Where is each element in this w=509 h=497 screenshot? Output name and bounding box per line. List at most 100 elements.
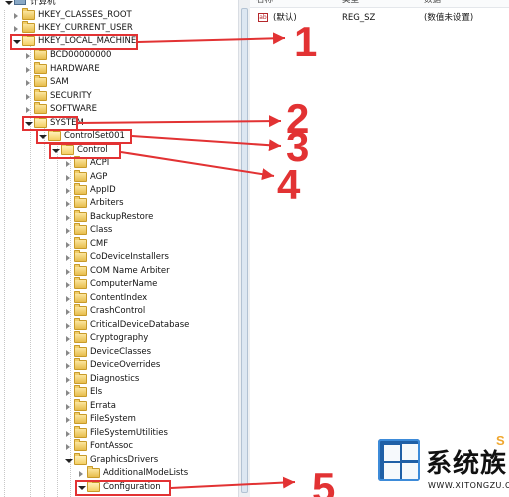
- expand-arrow-icon[interactable]: [5, 1, 13, 5]
- tree-node-software[interactable]: SOFTWARE: [26, 102, 136, 116]
- tree-node-bcd00000000[interactable]: BCD00000000: [26, 48, 136, 62]
- tree-node-graphicsdrivers[interactable]: GraphicsDrivers: [65, 453, 186, 467]
- tree-vertical-scrollbar[interactable]: [238, 0, 250, 497]
- collapse-arrow-icon[interactable]: [14, 26, 18, 32]
- header-name[interactable]: 名称: [256, 0, 273, 4]
- collapse-arrow-icon[interactable]: [66, 336, 70, 342]
- registry-tree-pane: 计算机 HKEY_CLASSES_ROOT HKEY_CURRENT_USER …: [0, 0, 238, 497]
- tree-node-additionalmodelists[interactable]: AdditionalModeLists: [79, 466, 209, 480]
- collapse-arrow-icon[interactable]: [66, 309, 70, 315]
- tree-node-els[interactable]: Els: [66, 385, 146, 399]
- tree-node-label: AGP: [90, 172, 108, 182]
- collapse-arrow-icon[interactable]: [66, 282, 70, 288]
- expand-arrow-icon[interactable]: [65, 459, 73, 463]
- collapse-arrow-icon[interactable]: [66, 255, 70, 261]
- collapse-arrow-icon[interactable]: [66, 201, 70, 207]
- tree-node-arbiters[interactable]: Arbiters: [66, 196, 166, 210]
- folder-icon: [34, 48, 47, 60]
- folder-icon: [22, 21, 35, 33]
- tree-node-filesystem[interactable]: FileSystem: [66, 412, 166, 426]
- tree-node-appid[interactable]: AppID: [66, 183, 166, 197]
- collapse-arrow-icon[interactable]: [66, 404, 70, 410]
- tree-node-label: GraphicsDrivers: [90, 455, 159, 465]
- tree-node-agp[interactable]: AGP: [66, 170, 166, 184]
- tree-node-label: CoDeviceInstallers: [90, 252, 169, 262]
- tree-node-label: Cryptography: [90, 333, 149, 343]
- collapse-arrow-icon[interactable]: [66, 377, 70, 383]
- collapse-arrow-icon[interactable]: [26, 80, 30, 86]
- folder-icon: [22, 8, 35, 20]
- collapse-arrow-icon[interactable]: [66, 390, 70, 396]
- collapse-arrow-icon[interactable]: [66, 431, 70, 437]
- header-data[interactable]: 数据: [424, 0, 441, 4]
- watermark-url: WWW.XITONGZU.COM: [428, 481, 509, 490]
- collapse-arrow-icon[interactable]: [66, 161, 70, 167]
- value-row-default[interactable]: ab (默认) REG_SZ (数值未设置): [250, 11, 509, 25]
- tree-node-diagnostics[interactable]: Diagnostics: [66, 372, 186, 386]
- callout-number-1: 1: [294, 18, 318, 65]
- tree-node-label: AppID: [90, 185, 116, 195]
- header-type[interactable]: 类型: [342, 0, 359, 4]
- tree-node-deviceoverrides[interactable]: DeviceOverrides: [66, 358, 186, 372]
- collapse-arrow-icon[interactable]: [14, 13, 18, 19]
- tree-node-label: COM Name Arbiter: [90, 266, 170, 276]
- tree-node-label: SECURITY: [50, 91, 92, 101]
- collapse-arrow-icon[interactable]: [66, 444, 70, 450]
- collapse-arrow-icon[interactable]: [66, 242, 70, 248]
- tree-node-security[interactable]: SECURITY: [26, 89, 136, 103]
- tree-node-filesystemutilities[interactable]: FileSystemUtilities: [66, 426, 196, 440]
- folder-icon: [74, 277, 87, 289]
- collapse-arrow-icon[interactable]: [26, 67, 30, 73]
- tree-node-label: SAM: [50, 77, 69, 87]
- collapse-arrow-icon[interactable]: [66, 175, 70, 181]
- tree-node-label: Els: [90, 387, 103, 397]
- folder-icon: [74, 385, 87, 397]
- tree-node-backuprestore[interactable]: BackupRestore: [66, 210, 176, 224]
- collapse-arrow-icon[interactable]: [26, 53, 30, 59]
- collapse-arrow-icon[interactable]: [66, 323, 70, 329]
- registry-values-pane: 名称 类型 数据 ab (默认) REG_SZ (数值未设置): [250, 0, 509, 497]
- collapse-arrow-icon[interactable]: [26, 94, 30, 100]
- folder-icon: [34, 75, 47, 87]
- tree-node-deviceclasses[interactable]: DeviceClasses: [66, 345, 186, 359]
- tree-node-label: Diagnostics: [90, 374, 140, 384]
- collapse-arrow-icon[interactable]: [66, 363, 70, 369]
- tree-node-label: CriticalDeviceDatabase: [90, 320, 190, 330]
- folder-icon: [74, 250, 87, 262]
- tree-node-crashcontrol[interactable]: CrashControl: [66, 304, 186, 318]
- tree-node-criticaldevicedatabase[interactable]: CriticalDeviceDatabase: [66, 318, 206, 332]
- folder-icon: [74, 210, 87, 222]
- tree-node-label: FontAssoc: [90, 441, 134, 451]
- scrollbar-thumb[interactable]: [241, 8, 248, 493]
- tree-node-computername[interactable]: ComputerName: [66, 277, 186, 291]
- collapse-arrow-icon[interactable]: [66, 188, 70, 194]
- tree-node-hardware[interactable]: HARDWARE: [26, 62, 136, 76]
- tree-node-cmf[interactable]: CMF: [66, 237, 166, 251]
- watermark-badge: S: [496, 433, 505, 448]
- tree-node-label: FileSystemUtilities: [90, 428, 168, 438]
- collapse-arrow-icon[interactable]: [79, 471, 83, 477]
- collapse-arrow-icon[interactable]: [66, 296, 70, 302]
- collapse-arrow-icon[interactable]: [66, 228, 70, 234]
- value-data: (数值未设置): [424, 13, 474, 23]
- tree-node-codeviceinstallers[interactable]: CoDeviceInstallers: [66, 250, 196, 264]
- tree-node-com-name-arbiter[interactable]: COM Name Arbiter: [66, 264, 196, 278]
- tree-node-sam[interactable]: SAM: [26, 75, 136, 89]
- tree-node-fontassoc[interactable]: FontAssoc: [66, 439, 166, 453]
- tree-root-computer[interactable]: 计算机: [5, 0, 76, 9]
- tree-node-label: SOFTWARE: [50, 104, 98, 114]
- folder-icon: [74, 264, 87, 276]
- folder-icon: [74, 318, 87, 330]
- site-watermark: 系统族 WWW.XITONGZU.COM S: [368, 433, 509, 497]
- collapse-arrow-icon[interactable]: [66, 269, 70, 275]
- collapse-arrow-icon[interactable]: [66, 417, 70, 423]
- tree-node-cryptography[interactable]: Cryptography: [66, 331, 186, 345]
- tree-node-hkey-classes-root[interactable]: HKEY_CLASSES_ROOT: [14, 8, 134, 22]
- collapse-arrow-icon[interactable]: [66, 215, 70, 221]
- collapse-arrow-icon[interactable]: [26, 107, 30, 113]
- collapse-arrow-icon[interactable]: [66, 350, 70, 356]
- highlight-box-configuration: [75, 480, 171, 496]
- tree-node-contentindex[interactable]: ContentIndex: [66, 291, 186, 305]
- highlight-box-hkey-local-machine: [10, 34, 138, 50]
- tree-node-class[interactable]: Class: [66, 223, 166, 237]
